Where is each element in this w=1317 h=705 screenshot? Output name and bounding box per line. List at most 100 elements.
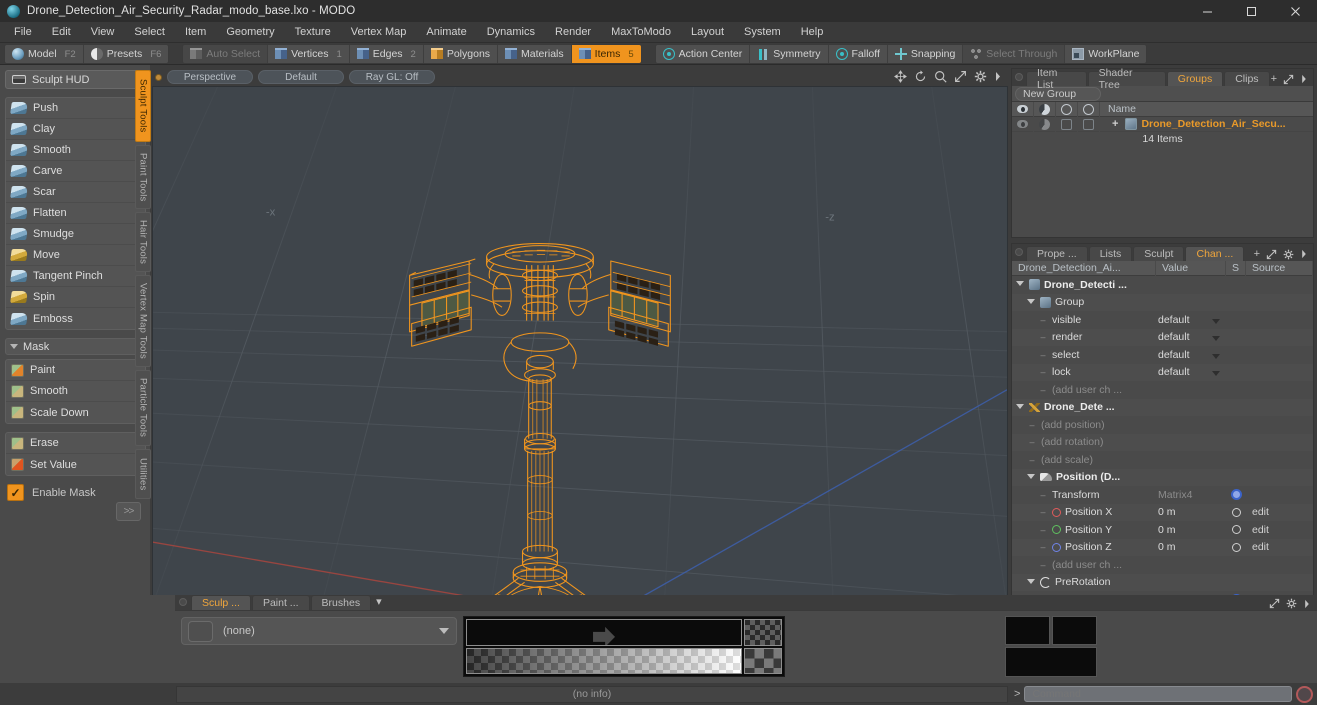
tab-groups[interactable]: Groups (1166, 71, 1224, 86)
menu-select[interactable]: Select (124, 22, 175, 43)
sculpt-hud-button[interactable]: Sculpt HUD (5, 70, 146, 89)
minimize-button[interactable] (1185, 0, 1229, 22)
channels-header-s[interactable]: S (1226, 260, 1246, 276)
channel-row[interactable]: – select default (1012, 346, 1313, 364)
gear-icon[interactable] (1283, 249, 1294, 260)
channel-row-name-cell[interactable]: – Position Z (1012, 541, 1156, 553)
row-lock-toggle[interactable] (1056, 116, 1078, 132)
tab-shader-tree[interactable]: Shader Tree (1087, 67, 1166, 91)
menu-animate[interactable]: Animate (416, 22, 476, 43)
tool-clay[interactable]: Clay (6, 119, 145, 140)
gear-icon[interactable] (1286, 598, 1297, 609)
channels-header-value[interactable]: Value (1156, 260, 1226, 276)
twisty-chevron-icon[interactable] (1016, 403, 1025, 412)
tab-channels[interactable]: Chan ... (1185, 246, 1245, 261)
tab-clips[interactable]: Clips (1224, 71, 1270, 86)
mask-tool-scale-down[interactable]: Scale Down (6, 402, 145, 423)
menu-texture[interactable]: Texture (285, 22, 341, 43)
enable-mask-checkbox[interactable]: ✓ (7, 484, 24, 501)
mask-tool-paint[interactable]: Paint (6, 360, 145, 381)
ink-preview-c[interactable] (1004, 646, 1097, 677)
channel-row[interactable]: PreRotation (1012, 573, 1313, 591)
chevron-down-icon[interactable] (1212, 353, 1220, 359)
channel-row[interactable]: Group (1012, 293, 1313, 311)
channels-header-source[interactable]: Source (1246, 260, 1313, 276)
vtab-sculpt-tools[interactable]: Sculpt Tools (135, 70, 151, 142)
selection-mode-materials[interactable]: Materials (498, 45, 572, 63)
image-ink-area[interactable] (790, 616, 1311, 677)
tab-paint-bottom[interactable]: Paint ... (251, 595, 310, 610)
col-visible[interactable] (1012, 101, 1034, 117)
tab-sculpt-bottom[interactable]: Sculp ... (191, 595, 251, 610)
menu-render[interactable]: Render (545, 22, 601, 43)
row-select-toggle[interactable] (1078, 116, 1100, 132)
channel-s-cell[interactable] (1226, 507, 1246, 517)
chevron-down-icon[interactable] (1212, 371, 1220, 377)
channel-row[interactable]: – (add position) (1012, 416, 1313, 434)
ink-preview-a[interactable] (1004, 616, 1050, 645)
group-row-name-cell[interactable]: + Drone_Detection_Air_Secu... (1100, 118, 1313, 130)
channel-row-name-cell[interactable]: – Position X (1012, 506, 1156, 518)
panel-menu-dot-icon[interactable] (1015, 248, 1023, 256)
viewport-shading-button[interactable]: Default (258, 70, 344, 84)
expand-plus-icon[interactable]: + (1108, 118, 1121, 130)
channel-row-name-cell[interactable]: – (add scale) (1012, 454, 1156, 466)
twisty-chevron-icon[interactable] (1027, 298, 1036, 307)
falloff-button[interactable]: Falloff (828, 45, 888, 63)
menu-item[interactable]: Item (175, 22, 216, 43)
tab-item-list[interactable]: Item List (1026, 67, 1087, 91)
viewport-menu-dot-icon[interactable] (155, 73, 162, 81)
row-visible-toggle[interactable] (1012, 116, 1034, 132)
row-render-toggle[interactable] (1034, 116, 1056, 132)
channel-row[interactable]: – visible default (1012, 311, 1313, 329)
tool-flatten[interactable]: Flatten (6, 203, 145, 224)
channel-s-cell[interactable] (1226, 542, 1246, 552)
channel-source-cell[interactable]: edit (1246, 541, 1313, 553)
tool-move[interactable]: Move (6, 245, 145, 266)
channel-row[interactable]: – (add user ch ... (1012, 556, 1313, 574)
channel-value-cell[interactable]: default (1156, 331, 1226, 343)
snapping-button[interactable]: Snapping (887, 45, 964, 63)
tool-scar[interactable]: Scar (6, 182, 145, 203)
move-icon[interactable] (894, 70, 907, 83)
falloff-preview-group[interactable] (463, 616, 785, 677)
channel-source-cell[interactable]: edit (1246, 524, 1313, 536)
channel-s-cell[interactable] (1226, 489, 1246, 501)
mask-tool-erase[interactable]: Erase (6, 433, 145, 454)
channel-toggle-icon[interactable] (1231, 507, 1241, 517)
more-options-button[interactable]: >> (116, 502, 141, 521)
menu-geometry[interactable]: Geometry (216, 22, 284, 43)
tool-emboss[interactable]: Emboss (6, 308, 145, 329)
channel-row-name-cell[interactable]: – (add user ch ... (1012, 384, 1156, 396)
chevron-right-icon[interactable] (1300, 249, 1308, 259)
tool-smooth[interactable]: Smooth (6, 140, 145, 161)
channel-row-name-cell[interactable]: – Position Y (1012, 524, 1156, 536)
mask-section-header[interactable]: Mask (5, 338, 146, 355)
channel-value-cell[interactable]: default (1156, 349, 1226, 361)
channel-row[interactable]: Drone_Dete ... (1012, 398, 1313, 416)
twisty-chevron-icon[interactable] (1027, 578, 1036, 587)
fit-icon[interactable] (954, 70, 967, 83)
tab-overflow-chevron-icon[interactable]: ▾ (372, 595, 388, 610)
select-through-button[interactable]: Select Through (963, 45, 1066, 63)
add-tab-button[interactable]: + (1271, 73, 1277, 85)
channel-row-name-cell[interactable]: – select (1012, 349, 1156, 361)
vtab-particle-tools[interactable]: Particle Tools (135, 370, 151, 446)
channel-source-cell[interactable]: edit (1246, 506, 1313, 518)
channel-row-name-cell[interactable]: PreRotation (1012, 576, 1156, 588)
channel-value-cell[interactable]: default (1156, 314, 1226, 326)
mask-tool-set-value[interactable]: Set Value (6, 454, 145, 475)
panel-menu-dot-icon[interactable] (179, 598, 187, 606)
selection-mode-items[interactable]: Items 5 (571, 45, 641, 63)
col-render[interactable] (1034, 101, 1056, 117)
brush-gradient-swatch[interactable] (744, 647, 782, 674)
enable-mask-row[interactable]: ✓ Enable Mask (7, 484, 146, 501)
channel-row[interactable]: – (add rotation) (1012, 433, 1313, 451)
tab-brushes-bottom[interactable]: Brushes (310, 595, 372, 610)
chevron-down-icon[interactable] (439, 628, 449, 634)
channel-row[interactable]: Drone_Detecti ... (1012, 276, 1313, 294)
channel-row[interactable]: – Position Z 0 m edit (1012, 538, 1313, 556)
vtab-hair-tools[interactable]: Hair Tools (135, 212, 151, 272)
channel-row[interactable]: – render default (1012, 328, 1313, 346)
rotate-icon[interactable] (914, 70, 927, 83)
